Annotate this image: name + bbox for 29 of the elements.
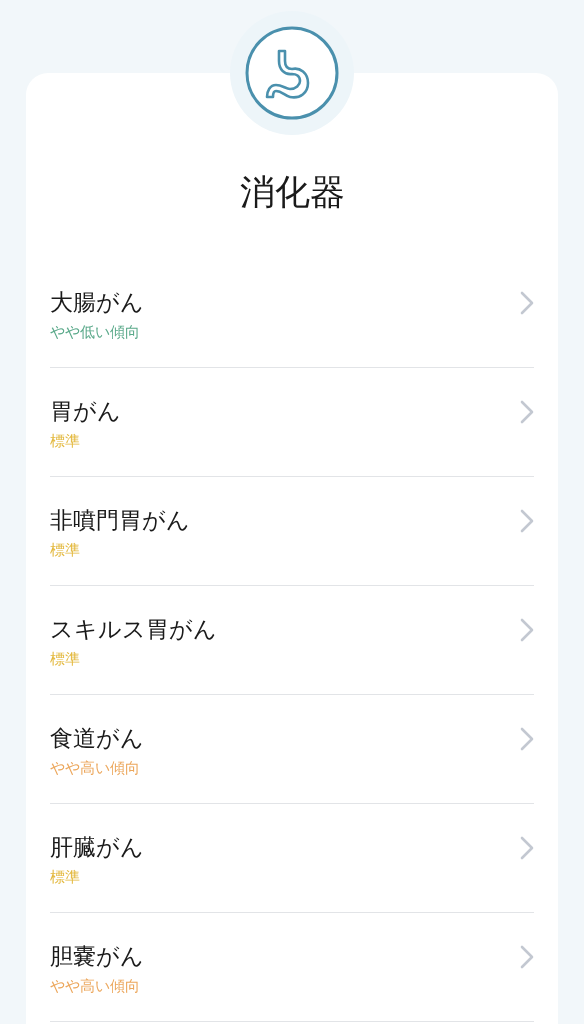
item-status: やや低い傾向 [50, 322, 140, 343]
chevron-right-icon [520, 400, 534, 424]
item-name: 大腸がん [50, 288, 144, 317]
item-status: 標準 [50, 867, 80, 888]
list-item[interactable]: 胃がん 標準 [50, 368, 534, 477]
item-name: 非噴門胃がん [50, 506, 190, 535]
item-status: 標準 [50, 431, 80, 452]
list-item[interactable]: 肝臓がん 標準 [50, 804, 534, 913]
chevron-right-icon [520, 509, 534, 533]
chevron-right-icon [520, 291, 534, 315]
item-name: 肝臓がん [50, 833, 144, 862]
item-name: 胃がん [50, 397, 121, 426]
chevron-right-icon [520, 945, 534, 969]
item-name: スキルス胃がん [50, 615, 217, 644]
list-item[interactable]: 食道がん やや高い傾向 [50, 695, 534, 804]
item-status: やや高い傾向 [50, 758, 140, 779]
item-name: 胆嚢がん [50, 942, 144, 971]
chevron-right-icon [520, 727, 534, 751]
list-item[interactable]: 大腸がん やや低い傾向 [50, 259, 534, 368]
list-item[interactable]: 非噴門胃がん 標準 [50, 477, 534, 586]
list-item[interactable]: 胆嚢がん やや高い傾向 [50, 913, 534, 1022]
list-item[interactable]: スキルス胃がん 標準 [50, 586, 534, 695]
page-title: 消化器 [238, 171, 346, 214]
item-status: 標準 [50, 540, 80, 561]
chevron-right-icon [520, 836, 534, 860]
item-status: 標準 [50, 649, 80, 670]
item-name: 食道がん [50, 724, 144, 753]
item-status: やや高い傾向 [50, 976, 140, 997]
chevron-right-icon [520, 618, 534, 642]
